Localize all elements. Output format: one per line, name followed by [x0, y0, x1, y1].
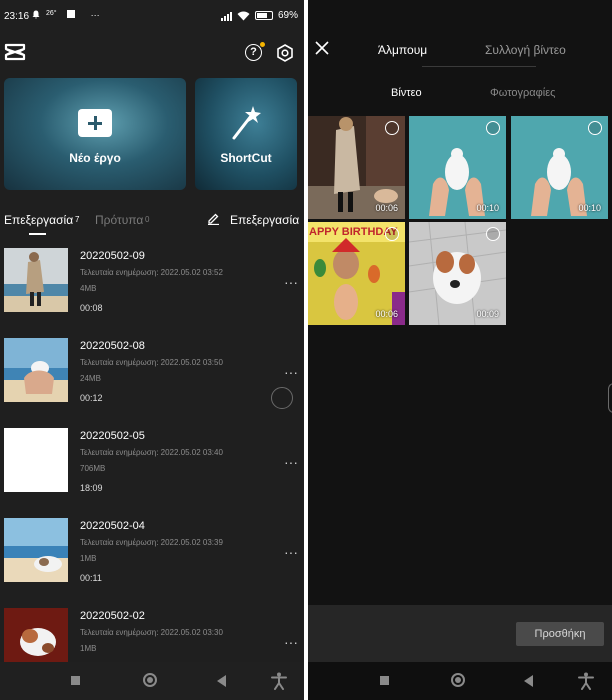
project-updated: Τελευταία ενημέρωση: 2022.05.02 03:39 [80, 538, 223, 547]
add-button[interactable]: Προσθήκη [516, 622, 604, 646]
more-options-icon[interactable]: ··· [284, 274, 298, 290]
plus-icon [78, 109, 112, 137]
capcut-home-screen: 23:16 26° ··· 69% ? Νέο έργο ShortCut Επ… [0, 0, 304, 700]
more-options-icon[interactable]: ··· [284, 364, 298, 380]
battery-percent: 69% [277, 10, 298, 21]
project-name: 20220502-04 [80, 520, 145, 532]
media-picker-screen: Άλμπουμ Συλλογή βίντεο Βίντεο Φωτογραφίε… [308, 0, 612, 700]
project-updated: Τελευταία ενημέρωση: 2022.05.02 03:30 [80, 628, 223, 637]
select-circle[interactable] [588, 121, 602, 135]
project-duration: 00:12 [80, 393, 103, 403]
accessibility-icon[interactable] [271, 672, 287, 690]
more-options-icon[interactable]: ··· [284, 454, 298, 470]
tab-underline [422, 66, 536, 67]
media-duration: 00:10 [578, 203, 601, 213]
edit-button[interactable]: Επεξεργασία [230, 213, 299, 227]
home-circle-icon[interactable] [451, 673, 465, 687]
recents-square-icon[interactable] [380, 676, 389, 685]
magic-wand-icon [232, 106, 261, 140]
new-project-label: Νέο έργο [69, 151, 121, 165]
back-triangle-icon[interactable] [524, 675, 533, 687]
notification-dot [260, 42, 265, 47]
system-nav-bar [308, 662, 612, 700]
project-updated: Τελευταία ενημέρωση: 2022.05.02 03:50 [80, 358, 223, 367]
more-options-icon[interactable]: ··· [284, 634, 298, 650]
tab-templates-count: 0 [145, 215, 150, 224]
project-name: 20220502-08 [80, 340, 145, 352]
project-thumbnail [4, 428, 68, 492]
battery-icon [254, 11, 273, 20]
project-thumbnail [4, 248, 68, 312]
more-icon: ··· [90, 10, 100, 20]
status-right-icons: 69% [220, 10, 298, 21]
back-triangle-icon[interactable] [217, 675, 226, 687]
media-item[interactable]: 00:10 [409, 116, 506, 219]
tab-templates[interactable]: Πρότυπα [95, 213, 143, 227]
wifi-icon [237, 11, 250, 20]
home-circle-icon[interactable] [143, 673, 157, 687]
project-duration: 00:08 [80, 303, 103, 313]
project-duration: 00:11 [80, 573, 102, 583]
tab-video-collection[interactable]: Συλλογή βίντεο [485, 43, 566, 57]
recents-square-icon[interactable] [71, 676, 80, 685]
more-options-icon[interactable]: ··· [284, 544, 298, 560]
media-duration: 00:09 [476, 309, 499, 319]
project-item[interactable]: 20220502-04 Τελευταία ενημέρωση: 2022.05… [0, 518, 304, 598]
project-size: 24MB [80, 374, 101, 383]
project-thumbnail [4, 338, 68, 402]
project-name: 20220502-02 [80, 610, 145, 622]
project-size: 1MB [80, 644, 97, 653]
active-tab-indicator [29, 233, 46, 235]
shortcut-card[interactable]: ShortCut [195, 78, 297, 190]
new-project-card[interactable]: Νέο έργο [4, 78, 186, 190]
status-bar: 23:16 26° ··· 69% [0, 0, 304, 32]
subtab-photos[interactable]: Φωτογραφίες [490, 87, 555, 99]
project-size: 1MB [80, 554, 97, 563]
project-item[interactable]: 20220502-09 Τελευταία ενημέρωση: 2022.05… [0, 248, 304, 328]
edge-drag-handle[interactable] [608, 383, 612, 413]
project-size: 4MB [80, 284, 97, 293]
square-icon [66, 10, 75, 18]
project-name: 20220502-09 [80, 250, 145, 262]
shortcut-label: ShortCut [220, 151, 272, 165]
edit-pencil-icon[interactable] [207, 212, 220, 225]
select-circle[interactable] [385, 121, 399, 135]
selection-bottom-bar: Προσθήκη [308, 605, 612, 662]
project-size: 706MB [80, 464, 106, 473]
select-circle[interactable] [486, 121, 500, 135]
project-item[interactable]: 20220502-08 Τελευταία ενημέρωση: 2022.05… [0, 338, 304, 418]
status-notification-icons: 26° ··· [32, 10, 100, 20]
tab-editing-count: 7 [75, 215, 80, 224]
project-updated: Τελευταία ενημέρωση: 2022.05.02 03:40 [80, 448, 223, 457]
bell-icon [32, 10, 40, 19]
tab-album[interactable]: Άλμπουμ [378, 43, 427, 57]
project-duration: 18:09 [80, 483, 103, 493]
media-item[interactable]: APPY BIRTHDAY 00:06 [308, 222, 405, 325]
help-icon[interactable]: ? [245, 44, 262, 61]
capcut-logo-icon [4, 43, 26, 61]
system-nav-bar [0, 662, 304, 700]
select-circle[interactable] [385, 227, 399, 241]
floating-circle-button[interactable] [271, 387, 293, 409]
status-time: 23:16 [4, 11, 30, 22]
project-thumbnail [4, 518, 68, 582]
media-item[interactable]: 00:09 [409, 222, 506, 325]
subtab-videos[interactable]: Βίντεο [391, 87, 422, 99]
media-duration: 00:06 [375, 309, 398, 319]
close-icon[interactable] [315, 41, 329, 55]
media-duration: 00:06 [375, 203, 398, 213]
accessibility-icon[interactable] [578, 672, 594, 690]
signal-icon [220, 11, 232, 21]
temperature-text: 26° [46, 10, 57, 17]
media-item[interactable]: 00:06 [308, 116, 405, 219]
settings-gear-icon[interactable] [276, 44, 294, 62]
select-circle[interactable] [486, 227, 500, 241]
project-item[interactable]: 20220502-05 Τελευταία ενημέρωση: 2022.05… [0, 428, 304, 508]
project-name: 20220502-05 [80, 430, 145, 442]
project-updated: Τελευταία ενημέρωση: 2022.05.02 03:52 [80, 268, 223, 277]
media-duration: 00:10 [476, 203, 499, 213]
tab-editing[interactable]: Επεξεργασία [4, 213, 73, 227]
media-item[interactable]: 00:10 [511, 116, 608, 219]
